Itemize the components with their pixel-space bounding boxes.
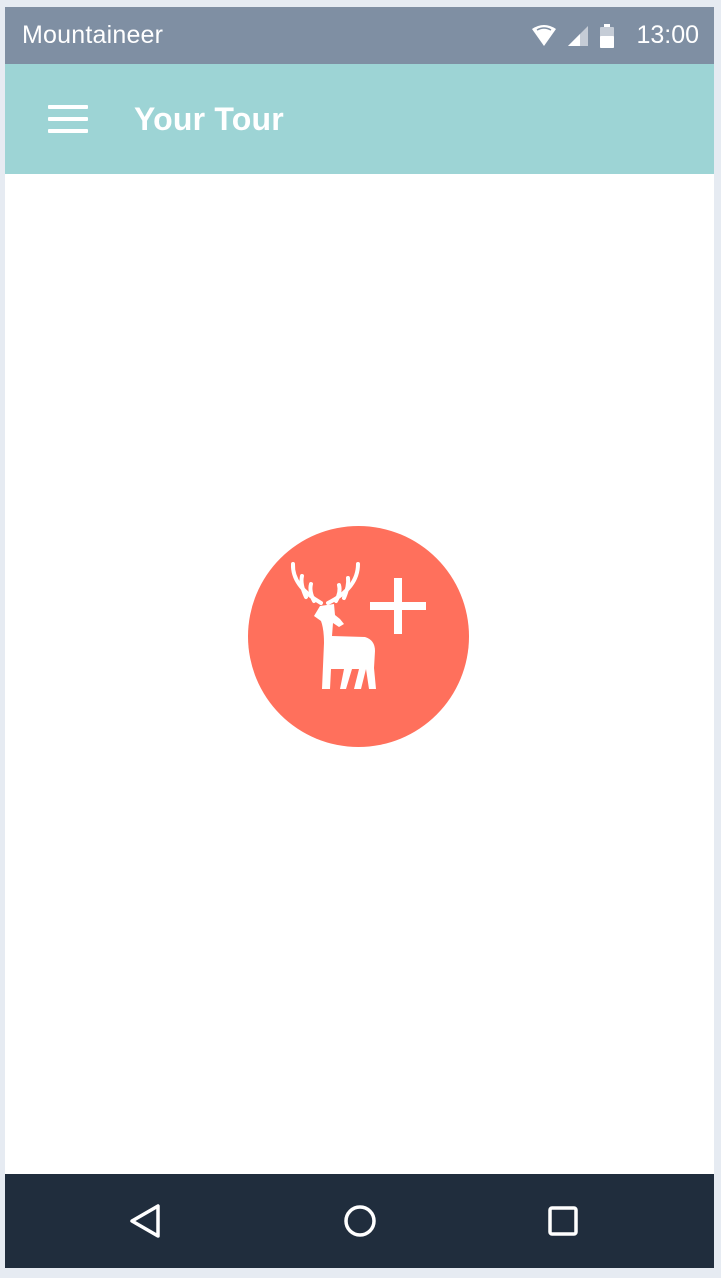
battery-icon [600,23,615,48]
status-bar: Mountaineer 13:00 [5,7,714,64]
app-bar: Your Tour [5,64,714,174]
recents-icon[interactable] [545,1203,581,1239]
status-app-name: Mountaineer [22,21,164,49]
page-title: Your Tour [134,100,284,137]
wifi-icon [532,24,557,46]
add-animal-button[interactable] [248,526,469,747]
status-icons: 13:00 [532,21,699,50]
deer-plus-icon [290,562,426,689]
back-icon[interactable] [128,1203,164,1239]
phone-screen: Mountaineer 13:00 Your Tour [5,7,714,1268]
status-time: 13:00 [636,21,699,49]
navigation-bar [5,1174,714,1268]
main-content [5,174,714,1174]
home-icon[interactable] [342,1203,378,1239]
cellular-signal-icon [568,25,589,46]
hamburger-menu-icon[interactable] [48,105,88,133]
